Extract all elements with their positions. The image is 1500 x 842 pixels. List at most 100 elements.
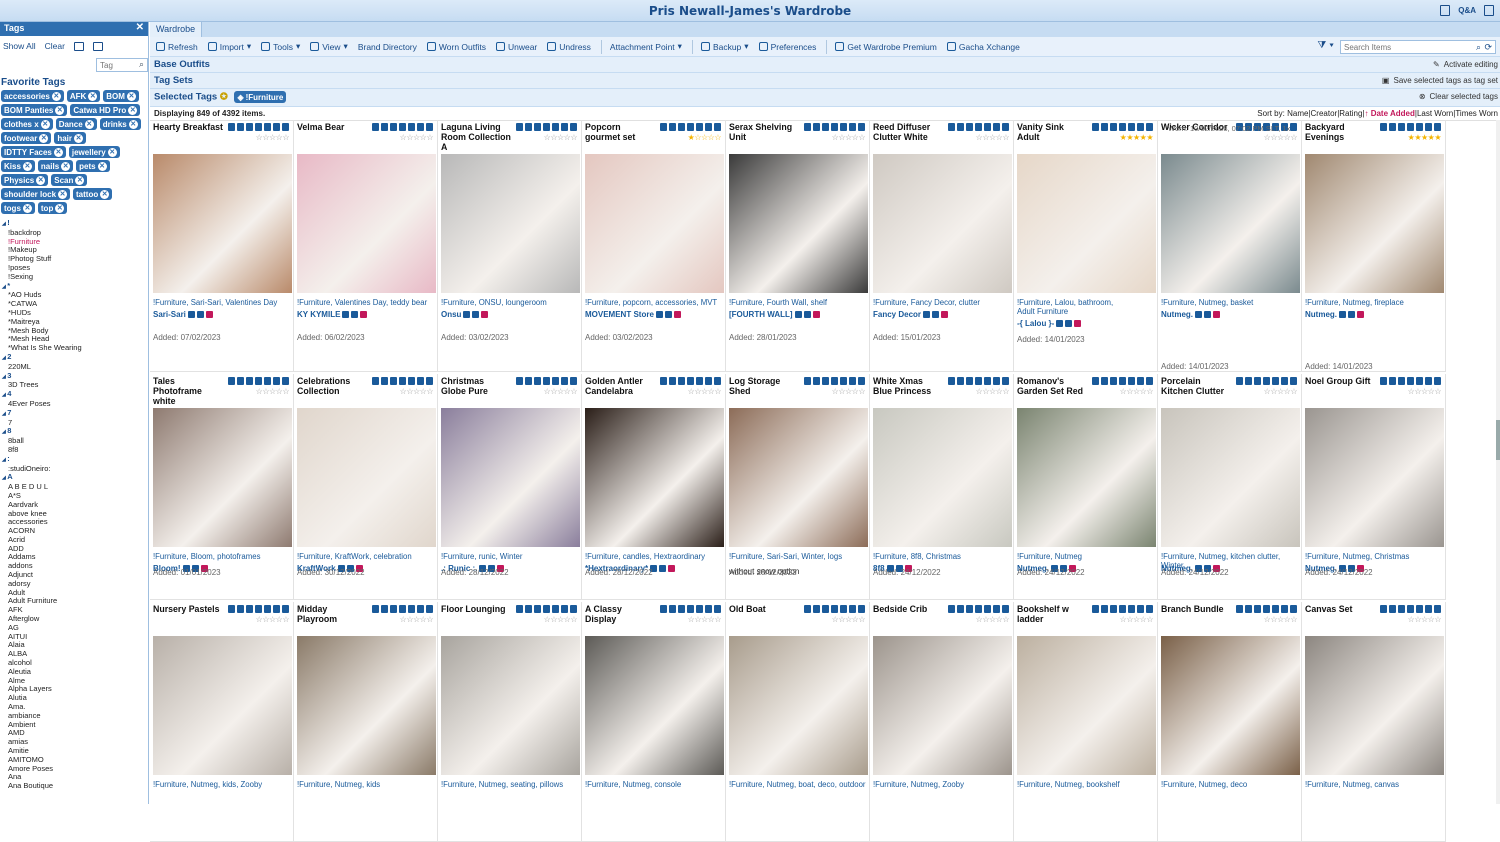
item-card[interactable]: Nursery Pastels ☆☆☆☆☆ !Furniture, Nutmeg, …: [150, 602, 294, 842]
rating-stars[interactable]: ☆☆☆☆☆: [256, 387, 290, 396]
close-icon[interactable]: ✕: [136, 22, 144, 33]
rating-stars[interactable]: ☆☆☆☆☆: [688, 387, 722, 396]
tag-icon[interactable]: [552, 123, 559, 131]
tag-icon[interactable]: [1128, 377, 1135, 385]
item-tags[interactable]: !Furniture, runic, Winter: [441, 552, 579, 561]
layer-icon[interactable]: [246, 605, 253, 613]
item-name[interactable]: Golden Antler Candelabra: [585, 376, 655, 396]
tag-icon[interactable]: [840, 377, 847, 385]
item-thumbnail[interactable]: [873, 154, 1012, 293]
delete-icon[interactable]: [1434, 377, 1441, 385]
landmark-icon[interactable]: [1065, 320, 1073, 327]
item-creator[interactable]: [FOURTH WALL]: [729, 310, 820, 319]
layer-icon[interactable]: [1254, 377, 1261, 385]
delete-icon[interactable]: [858, 377, 865, 385]
wear-icon[interactable]: [516, 377, 523, 385]
item-card[interactable]: Bookshelf w ladder ☆☆☆☆☆ !Furniture, Nutme…: [1014, 602, 1158, 842]
item-tags[interactable]: !Furniture, Nutmeg: [1017, 552, 1155, 561]
item-card[interactable]: Old Boat ☆☆☆☆☆ !Furniture, Nutmeg, boat, d…: [726, 602, 870, 842]
delete-icon[interactable]: [1434, 123, 1441, 131]
scrollbar-thumb[interactable]: [1496, 420, 1500, 460]
view-icon[interactable]: [561, 377, 568, 385]
wear-icon[interactable]: [660, 123, 667, 131]
tag-icon[interactable]: [408, 377, 415, 385]
delete-icon[interactable]: [858, 605, 865, 613]
item-search-input[interactable]: [1341, 41, 1471, 53]
favorite-tag-chip[interactable]: drinks ✕: [99, 118, 141, 130]
item-thumbnail[interactable]: [1017, 154, 1156, 293]
sort-name[interactable]: Name: [1287, 109, 1308, 118]
clear-selected-tags-button[interactable]: ⊗ Clear selected tags: [1419, 92, 1498, 101]
remove-tag-icon[interactable]: ✕: [75, 175, 85, 185]
item-card[interactable]: Noel Group Gift ☆☆☆☆☆ !Furniture, Nutmeg, …: [1302, 374, 1446, 600]
favorite-tag-chip[interactable]: IDTTY Faces ✕: [1, 146, 66, 158]
tag-tree-item[interactable]: :studiOneiro:: [2, 464, 148, 474]
marketplace-icon[interactable]: [481, 311, 489, 318]
item-card[interactable]: Log Storage Shed ☆☆☆☆☆ !Furniture, Sari-Sa…: [726, 374, 870, 600]
remove-tag-icon[interactable]: ✕: [128, 105, 138, 115]
item-tags[interactable]: !Furniture, Nutmeg, Zooby: [873, 780, 1011, 789]
item-card[interactable]: Romanov's Garden Set Red ☆☆☆☆☆ !Furniture,…: [1014, 374, 1158, 600]
view-icon[interactable]: [417, 123, 424, 131]
view-button[interactable]: View ▾: [310, 41, 348, 52]
view-icon[interactable]: [1137, 377, 1144, 385]
wear-icon[interactable]: [1236, 605, 1243, 613]
item-tags[interactable]: !Furniture, Nutmeg, canvas: [1305, 780, 1443, 789]
tag-icon[interactable]: [408, 123, 415, 131]
item-name[interactable]: Christmas Globe Pure: [441, 376, 511, 396]
item-creator[interactable]: Sari-Sari: [153, 310, 213, 319]
layer-icon[interactable]: [822, 605, 829, 613]
item-tags[interactable]: !Furniture, Nutmeg, bookshelf: [1017, 780, 1155, 789]
layer-icon[interactable]: [1110, 123, 1117, 131]
delete-icon[interactable]: [426, 605, 433, 613]
item-tags[interactable]: !Furniture, candles, Hextraordinary: [585, 552, 723, 561]
history-icon[interactable]: ⟳: [1484, 42, 1492, 53]
view-icon[interactable]: [849, 123, 856, 131]
landmark-icon[interactable]: [803, 311, 811, 318]
item-thumbnail[interactable]: [729, 408, 868, 547]
add-icon[interactable]: [813, 123, 820, 131]
add-icon[interactable]: [957, 377, 964, 385]
remove-tag-icon[interactable]: ✕: [128, 119, 138, 129]
item-card[interactable]: Backyard Evenings ★★★★★ !Furniture, Nutmeg…: [1302, 120, 1446, 372]
landmark-icon[interactable]: [1204, 311, 1211, 318]
item-thumbnail[interactable]: [153, 636, 292, 775]
sort-rating[interactable]: Rating: [1339, 109, 1362, 118]
tag-icon[interactable]: [264, 605, 271, 613]
delete-icon[interactable]: [1290, 605, 1297, 613]
view-icon[interactable]: [273, 605, 280, 613]
wear-icon[interactable]: [228, 605, 235, 613]
selected-tag-chip[interactable]: ◈ !Furniture: [234, 91, 287, 103]
item-tags[interactable]: !Furniture, ONSU, loungeroom: [441, 298, 579, 307]
search-icon[interactable]: ⌕: [1476, 42, 1481, 53]
add-icon[interactable]: [813, 605, 820, 613]
favorite-tag-chip[interactable]: hair ✕: [54, 132, 87, 144]
item-thumbnail[interactable]: [585, 408, 724, 547]
paste-icon[interactable]: [92, 41, 103, 51]
rating-stars[interactable]: ☆☆☆☆☆: [544, 387, 578, 396]
add-icon[interactable]: [525, 605, 532, 613]
wear-icon[interactable]: [1092, 377, 1099, 385]
item-card[interactable]: Serax Shelving Unit ☆☆☆☆☆ !Furniture, Four…: [726, 120, 870, 372]
item-thumbnail[interactable]: [873, 408, 1012, 547]
item-creator[interactable]: Fancy Decor: [873, 310, 949, 319]
landmark-icon[interactable]: [659, 565, 667, 572]
layer-icon[interactable]: [1398, 123, 1405, 131]
edit-icon[interactable]: [1407, 377, 1414, 385]
rating-stars[interactable]: ☆☆☆☆☆: [832, 387, 866, 396]
item-name[interactable]: Log Storage Shed: [729, 376, 799, 396]
import-button[interactable]: Import ▾: [207, 41, 251, 52]
rating-stars[interactable]: ☆☆☆☆☆: [256, 615, 290, 624]
profile-icon[interactable]: [463, 311, 471, 318]
marketplace-icon[interactable]: [673, 311, 681, 318]
item-thumbnail[interactable]: [441, 154, 580, 293]
marketplace-icon[interactable]: [360, 311, 368, 318]
gacha-xchange-button[interactable]: Gacha Xchange: [946, 42, 1020, 52]
item-tags[interactable]: !Furniture, Bloom, photoframes: [153, 552, 291, 561]
tools-button[interactable]: Tools ▾: [261, 41, 300, 52]
show-all-button[interactable]: Show All: [3, 41, 36, 51]
item-tags[interactable]: !Furniture, popcorn, accessories, MVT: [585, 298, 723, 307]
landmark-icon[interactable]: [1348, 311, 1355, 318]
wear-icon[interactable]: [948, 605, 955, 613]
edit-icon[interactable]: [975, 377, 982, 385]
